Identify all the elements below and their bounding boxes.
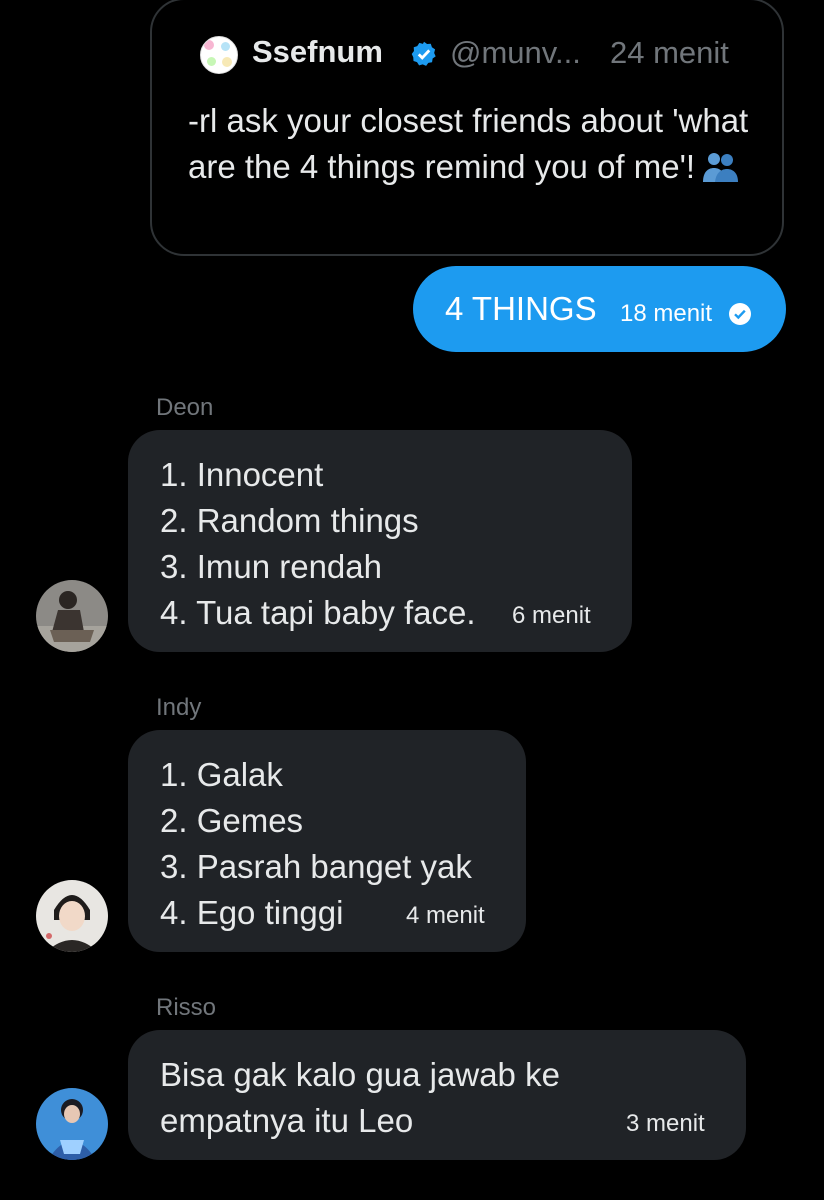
people-hugging-emoji-icon (703, 153, 739, 182)
avatar[interactable] (36, 1088, 108, 1160)
message-bubble[interactable]: 1. Innocent 2. Random things 3. Imun renda… (128, 430, 632, 652)
sender-name: Indy (156, 694, 202, 721)
quoted-post-body: -rl ask your closest friends about 'what… (188, 102, 749, 185)
message-line: 3. Pasrah banget yak (160, 848, 472, 885)
message-time: 6 menit (512, 602, 591, 629)
message-time: 3 menit (626, 1110, 705, 1137)
sender-name: Deon (156, 394, 214, 421)
sender-name: Risso (156, 994, 217, 1021)
quoted-post-text: -rl ask your closest friends about 'what… (188, 98, 768, 190)
quoted-author-avatar[interactable] (200, 36, 238, 74)
check-circle-icon (729, 303, 751, 325)
message-text: Bisa gak kalo gua jawab ke empatnya itu L… (160, 1052, 560, 1144)
message-line: empatnya itu Leo (160, 1102, 414, 1139)
sent-message-text: 4 THINGS (445, 290, 597, 327)
sent-message-time: 18 menit (620, 300, 713, 327)
message-line: 1. Galak (160, 756, 283, 793)
quoted-author-handle: @munv... (450, 35, 581, 70)
avatar[interactable] (36, 580, 108, 652)
message-line: 3. Imun rendah (160, 548, 382, 585)
message-bubble[interactable]: Bisa gak kalo gua jawab ke empatnya itu L… (128, 1030, 746, 1160)
avatar[interactable] (36, 880, 108, 952)
verified-badge-icon (411, 41, 436, 66)
message-bubble[interactable]: 1. Galak 2. Gemes 3. Pasrah banget yak 4. E… (128, 730, 526, 952)
message-line: 2. Random things (160, 502, 419, 539)
message-line: Bisa gak kalo gua jawab ke (160, 1056, 560, 1093)
quoted-author-name[interactable]: Ssefnum (252, 34, 383, 70)
sent-message-bubble[interactable]: 4 THINGS 18 menit (413, 266, 786, 352)
message-text: 1. Innocent 2. Random things 3. Imun renda… (160, 452, 476, 636)
message-line: 4. Tua tapi baby face. (160, 594, 476, 631)
quoted-post-time: 24 menit (610, 35, 729, 70)
message-line: 1. Innocent (160, 456, 324, 493)
quoted-post-card[interactable]: Ssefnum @munv... 24 menit -rl ask your c… (150, 0, 784, 256)
message-line: 2. Gemes (160, 802, 304, 839)
message-time: 4 menit (406, 902, 485, 929)
